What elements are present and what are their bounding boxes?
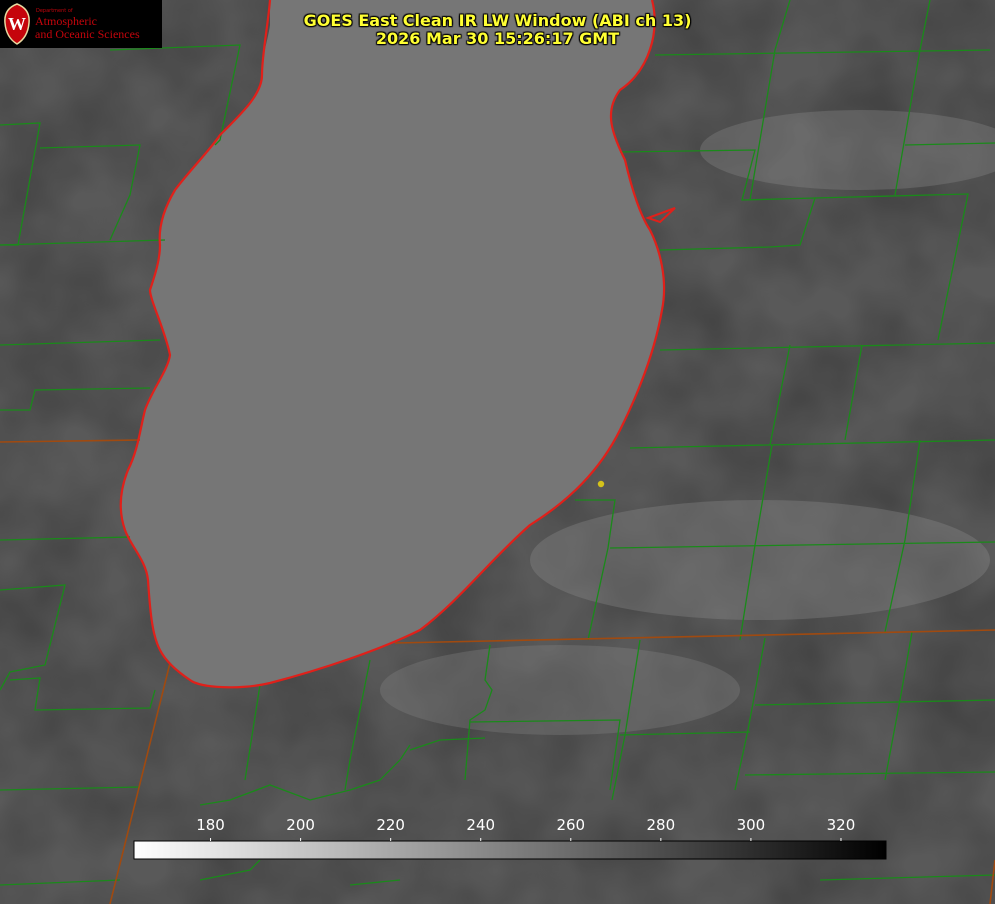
satellite-map bbox=[0, 0, 995, 904]
station-marker bbox=[597, 480, 605, 488]
title-line-1: GOES East Clean IR LW Window (ABI ch 13) bbox=[303, 11, 692, 30]
title-line-2: 2026 Mar 30 15:26:17 GMT bbox=[375, 29, 620, 48]
bright-cloud-band bbox=[380, 645, 740, 735]
image-title: GOES East Clean IR LW Window (ABI ch 13)… bbox=[0, 12, 995, 48]
